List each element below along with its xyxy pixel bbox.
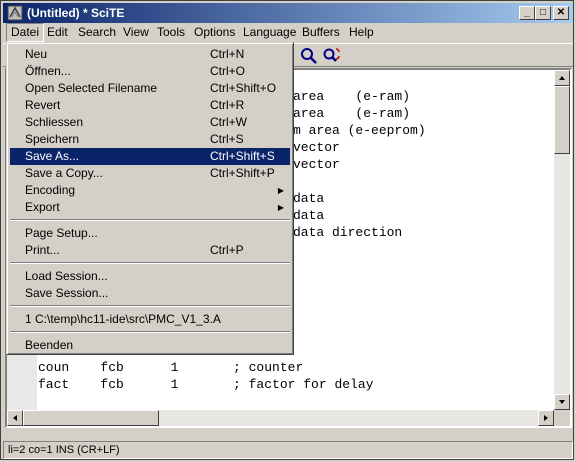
menu-item-shortcut: Ctrl+P bbox=[210, 243, 244, 257]
menu-item-shortcut: Ctrl+N bbox=[210, 47, 245, 61]
menu-item-label: Neu bbox=[25, 47, 48, 61]
menu-item-shortcut: Ctrl+R bbox=[210, 98, 245, 112]
menu-search[interactable]: Search bbox=[74, 23, 120, 42]
menu-item-shortcut: Ctrl+Shift+S bbox=[210, 149, 275, 163]
status-bar: li=2 co=1 INS (CR+LF) bbox=[3, 441, 573, 459]
menu-bar: Datei Edit Search View Tools Options Lan… bbox=[3, 23, 573, 42]
window-title: (Untitled) * SciTE bbox=[27, 6, 125, 20]
menu-item-neu[interactable]: Neu Ctrl+N bbox=[10, 46, 290, 63]
menu-item-label: Encoding bbox=[25, 183, 76, 197]
horizontal-scrollbar[interactable] bbox=[7, 410, 554, 426]
menu-separator bbox=[10, 331, 290, 333]
scroll-right-button[interactable] bbox=[538, 410, 554, 426]
menu-item-save-a-copy[interactable]: Save a Copy... Ctrl+Shift+P bbox=[10, 165, 290, 182]
code-line[interactable]: fact fcb 1 ; factor for delay bbox=[38, 377, 373, 392]
minimize-button[interactable]: _ bbox=[519, 6, 535, 20]
code-line[interactable]: coun fcb 1 ; counter bbox=[38, 360, 303, 375]
replace-icon[interactable] bbox=[322, 46, 342, 66]
menu-separator bbox=[10, 219, 290, 221]
menu-item-open[interactable]: Öffnen... Ctrl+O bbox=[10, 63, 290, 80]
arrow-right-icon bbox=[544, 415, 548, 421]
menu-item-label: Page Setup... bbox=[25, 226, 98, 240]
menu-item-page-setup[interactable]: Page Setup... bbox=[10, 225, 290, 242]
scroll-up-button[interactable] bbox=[554, 70, 570, 86]
menu-item-save-as[interactable]: Save As... Ctrl+Shift+S bbox=[10, 148, 290, 165]
menu-item-recent-file[interactable]: 1 C:\temp\hc11-ide\src\PMC_V1_3.A bbox=[10, 311, 290, 328]
menu-item-label: Revert bbox=[25, 98, 61, 112]
code-line[interactable]: vector bbox=[293, 157, 340, 172]
menu-item-save[interactable]: Speichern Ctrl+S bbox=[10, 131, 290, 148]
menu-item-shortcut: Ctrl+O bbox=[210, 64, 246, 78]
submenu-arrow-icon: ▶ bbox=[277, 186, 284, 195]
menu-item-label: Beenden bbox=[25, 338, 74, 352]
arrow-up-icon bbox=[559, 76, 565, 80]
menu-item-label: Export bbox=[25, 200, 60, 214]
menu-item-shortcut: Ctrl+W bbox=[210, 115, 247, 129]
menu-item-print[interactable]: Print... Ctrl+P bbox=[10, 242, 290, 259]
menu-datei[interactable]: Datei bbox=[6, 23, 45, 42]
menu-item-encoding[interactable]: Encoding ▶ bbox=[10, 182, 290, 199]
menu-item-shortcut: Ctrl+Shift+P bbox=[210, 166, 275, 180]
vertical-scroll-thumb[interactable] bbox=[554, 86, 570, 154]
menu-item-close[interactable]: Schliessen Ctrl+W bbox=[10, 114, 290, 131]
menu-separator bbox=[10, 305, 290, 307]
menu-view[interactable]: View bbox=[119, 23, 153, 42]
code-line[interactable]: data direction bbox=[293, 225, 402, 240]
menu-item-label: Print... bbox=[25, 243, 60, 257]
menu-item-label: Open Selected Filename bbox=[25, 81, 158, 95]
menu-tools[interactable]: Tools bbox=[153, 23, 189, 42]
menu-help[interactable]: Help bbox=[345, 23, 378, 42]
horizontal-scroll-thumb[interactable] bbox=[23, 410, 159, 426]
find-icon[interactable] bbox=[299, 46, 319, 66]
vertical-scrollbar[interactable] bbox=[554, 70, 570, 410]
scroll-left-button[interactable] bbox=[7, 410, 23, 426]
menu-item-save-session[interactable]: Save Session... bbox=[10, 285, 290, 302]
menu-item-shortcut: Ctrl+S bbox=[210, 132, 244, 146]
code-line[interactable]: area (e-ram) bbox=[293, 106, 410, 121]
arrow-left-icon bbox=[13, 415, 17, 421]
status-text: li=2 co=1 INS (CR+LF) bbox=[8, 444, 120, 456]
menu-item-open-selected-filename[interactable]: Open Selected Filename Ctrl+Shift+O bbox=[10, 80, 290, 97]
menu-item-label: Save Session... bbox=[25, 286, 109, 300]
menu-edit[interactable]: Edit bbox=[43, 23, 72, 42]
code-line[interactable]: area (e-ram) bbox=[293, 89, 410, 104]
maximize-button[interactable]: □ bbox=[535, 6, 551, 20]
menu-language[interactable]: Language bbox=[239, 23, 300, 42]
menu-buffers[interactable]: Buffers bbox=[298, 23, 344, 42]
arrow-down-icon bbox=[559, 400, 565, 404]
menu-item-load-session[interactable]: Load Session... bbox=[10, 268, 290, 285]
menu-item-label: 1 C:\temp\hc11-ide\src\PMC_V1_3.A bbox=[25, 312, 221, 326]
scrollbar-corner bbox=[554, 410, 570, 426]
menu-options[interactable]: Options bbox=[190, 23, 239, 42]
menu-item-shortcut: Ctrl+Shift+O bbox=[210, 81, 277, 95]
menu-item-label: Öffnen... bbox=[25, 64, 71, 78]
menu-item-label: Save a Copy... bbox=[25, 166, 103, 180]
scroll-down-button[interactable] bbox=[554, 394, 570, 410]
menu-item-label: Load Session... bbox=[25, 269, 108, 283]
code-line[interactable]: data bbox=[293, 191, 324, 206]
code-line[interactable]: m area (e-eeprom) bbox=[293, 123, 426, 138]
menu-item-label: Schliessen bbox=[25, 115, 84, 129]
menu-item-export[interactable]: Export ▶ bbox=[10, 199, 290, 216]
menu-item-label: Save As... bbox=[25, 149, 80, 163]
menu-item-beenden[interactable]: Beenden bbox=[10, 337, 290, 354]
code-line[interactable]: data bbox=[293, 208, 324, 223]
code-line[interactable]: vector bbox=[293, 140, 340, 155]
scite-app-icon[interactable] bbox=[7, 5, 23, 21]
title-bar[interactable]: (Untitled) * SciTE _ □ ✕ bbox=[3, 3, 573, 23]
scite-window: (Untitled) * SciTE _ □ ✕ Datei Edit Sear… bbox=[0, 0, 574, 460]
close-button[interactable]: ✕ bbox=[553, 6, 569, 20]
menu-separator bbox=[10, 262, 290, 264]
submenu-arrow-icon: ▶ bbox=[277, 203, 284, 212]
file-menu-dropdown: Neu Ctrl+N Öffnen... Ctrl+O Open Selected … bbox=[6, 42, 294, 355]
menu-item-revert[interactable]: Revert Ctrl+R bbox=[10, 97, 290, 114]
menu-item-label: Speichern bbox=[25, 132, 80, 146]
